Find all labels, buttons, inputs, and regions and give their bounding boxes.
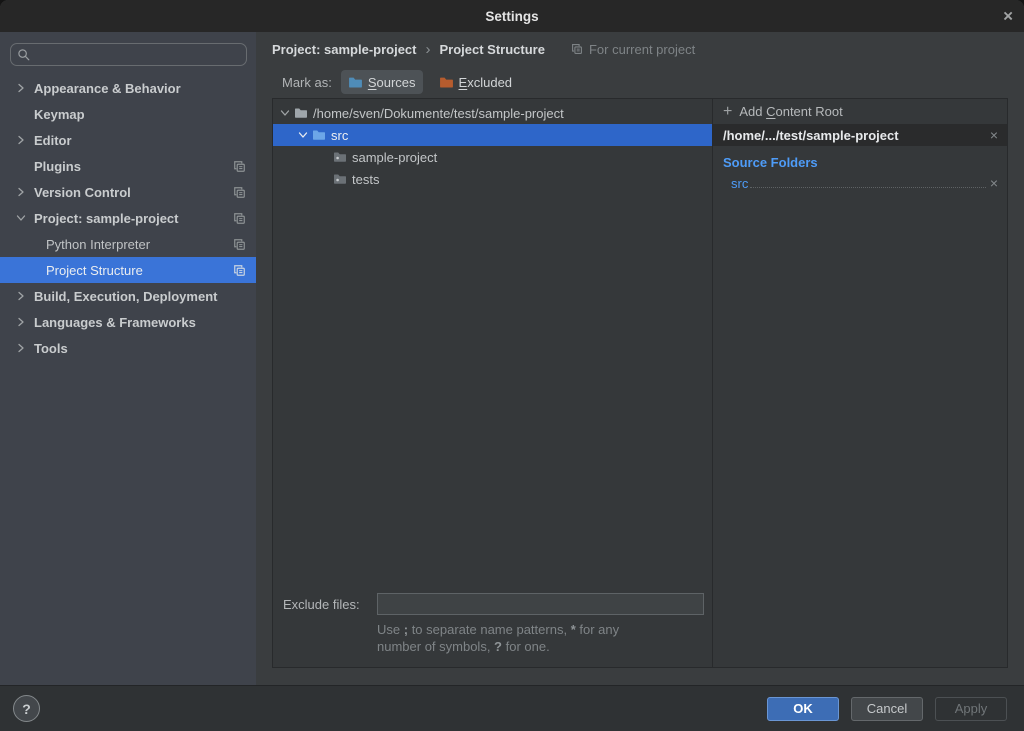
chevron-right-icon: [14, 81, 28, 95]
remove-content-root-icon[interactable]: ×: [990, 128, 998, 142]
search-input[interactable]: [35, 46, 240, 63]
project-config-icon: [233, 186, 246, 199]
breadcrumb-separator-icon: ›: [426, 41, 431, 58]
tree-row-label: /home/sven/Dokumente/test/sample-project: [313, 106, 564, 121]
mark-as-toolbar: Mark as: Sources Excluded: [256, 66, 1024, 98]
settings-dialog: Settings × Appearance & Behavior Keymap: [0, 0, 1024, 731]
source-folders-heading: Source Folders: [723, 155, 1007, 170]
ok-button[interactable]: OK: [767, 697, 839, 721]
plus-icon: +: [723, 104, 732, 120]
chevron-right-icon: [14, 133, 28, 147]
sources-folder-icon: [348, 76, 363, 89]
project-config-icon: [233, 160, 246, 173]
sidebar-item-project[interactable]: Project: sample-project: [0, 205, 256, 231]
exclude-files-hint: Use ; to separate name patterns, * for a…: [377, 621, 657, 655]
tree-row-tests[interactable]: tests: [273, 168, 712, 190]
tree-row-sample-project[interactable]: sample-project: [273, 146, 712, 168]
sidebar-item-tools[interactable]: Tools: [0, 335, 256, 361]
tree-row-label: sample-project: [352, 150, 437, 165]
window-title: Settings: [485, 9, 538, 24]
mark-excluded-label: Excluded: [459, 75, 512, 90]
chevron-down-icon: [14, 211, 28, 225]
sidebar-item-keymap[interactable]: Keymap: [0, 101, 256, 127]
sidebar-item-python-interpreter[interactable]: Python Interpreter: [0, 231, 256, 257]
tree-row-content-root[interactable]: /home/sven/Dokumente/test/sample-project: [273, 102, 712, 124]
add-content-root-button[interactable]: + Add Content Root: [713, 99, 1007, 124]
search-icon: [17, 48, 31, 62]
content-roots-panels: /home/sven/Dokumente/test/sample-project…: [272, 98, 1008, 668]
sidebar-item-plugins[interactable]: Plugins: [0, 153, 256, 179]
excluded-folder-icon: [439, 76, 454, 89]
project-config-icon: [233, 264, 246, 277]
dotted-leader: [750, 187, 985, 188]
tree-row-label: src: [331, 128, 348, 143]
close-icon[interactable]: ×: [1003, 8, 1013, 25]
folder-icon: [333, 151, 347, 163]
scope-note-label: For current project: [589, 42, 695, 57]
sidebar-item-languages-frameworks[interactable]: Languages & Frameworks: [0, 309, 256, 335]
source-folder-icon: [312, 129, 326, 141]
mark-excluded-button[interactable]: Excluded: [432, 70, 519, 94]
titlebar[interactable]: Settings ×: [0, 0, 1024, 32]
exclude-files-input[interactable]: [377, 593, 704, 615]
content-root-item[interactable]: /home/.../test/sample-project ×: [713, 124, 1007, 146]
chevron-spacer: [14, 159, 28, 173]
scope-note: For current project: [571, 42, 695, 57]
project-config-icon: [571, 43, 583, 55]
chevron-right-icon: [14, 289, 28, 303]
dialog-footer: ? OK Cancel Apply: [0, 685, 1024, 731]
project-config-icon: [233, 212, 246, 225]
breadcrumb-project[interactable]: Project: sample-project: [272, 42, 417, 57]
project-config-icon: [233, 238, 246, 251]
folder-icon: [333, 173, 347, 185]
mark-as-label: Mark as:: [282, 75, 332, 90]
sidebar-item-build-execution-deployment[interactable]: Build, Execution, Deployment: [0, 283, 256, 309]
settings-menu: Appearance & Behavior Keymap Editor Plug…: [0, 75, 256, 361]
help-button[interactable]: ?: [13, 695, 40, 722]
chevron-right-icon: [14, 315, 28, 329]
mark-sources-label: Sources: [368, 75, 416, 90]
settings-sidebar: Appearance & Behavior Keymap Editor Plug…: [0, 32, 256, 685]
source-folder-name: src: [731, 176, 748, 191]
chevron-right-icon: [14, 341, 28, 355]
settings-search-box[interactable]: [10, 43, 247, 66]
breadcrumb: Project: sample-project › Project Struct…: [256, 32, 1024, 66]
breadcrumb-page-title: Project Structure: [440, 42, 545, 57]
folder-icon: [294, 107, 308, 119]
source-folder-item[interactable]: src ×: [713, 173, 1007, 193]
mark-sources-button[interactable]: Sources: [341, 70, 423, 94]
sidebar-item-editor[interactable]: Editor: [0, 127, 256, 153]
project-structure-page: Project: sample-project › Project Struct…: [256, 32, 1024, 685]
content-root-path: /home/.../test/sample-project: [723, 128, 990, 143]
directory-tree: /home/sven/Dokumente/test/sample-project…: [273, 99, 712, 667]
add-content-root-label: Add Content Root: [739, 104, 842, 119]
sidebar-item-version-control[interactable]: Version Control: [0, 179, 256, 205]
tree-row-label: tests: [352, 172, 379, 187]
sidebar-item-appearance-behavior[interactable]: Appearance & Behavior: [0, 75, 256, 101]
remove-source-folder-icon[interactable]: ×: [990, 176, 998, 190]
exclude-files-section: Exclude files: Use ; to separate name pa…: [273, 593, 712, 667]
chevron-spacer: [14, 107, 28, 121]
chevron-down-icon[interactable]: [297, 130, 309, 140]
exclude-files-label: Exclude files:: [283, 597, 377, 612]
chevron-right-icon: [14, 185, 28, 199]
apply-button[interactable]: Apply: [935, 697, 1007, 721]
content-root-pane: + Add Content Root /home/.../test/sample…: [712, 99, 1007, 667]
sidebar-item-project-structure[interactable]: Project Structure: [0, 257, 256, 283]
tree-row-src[interactable]: src: [273, 124, 712, 146]
chevron-down-icon[interactable]: [279, 108, 291, 118]
cancel-button[interactable]: Cancel: [851, 697, 923, 721]
